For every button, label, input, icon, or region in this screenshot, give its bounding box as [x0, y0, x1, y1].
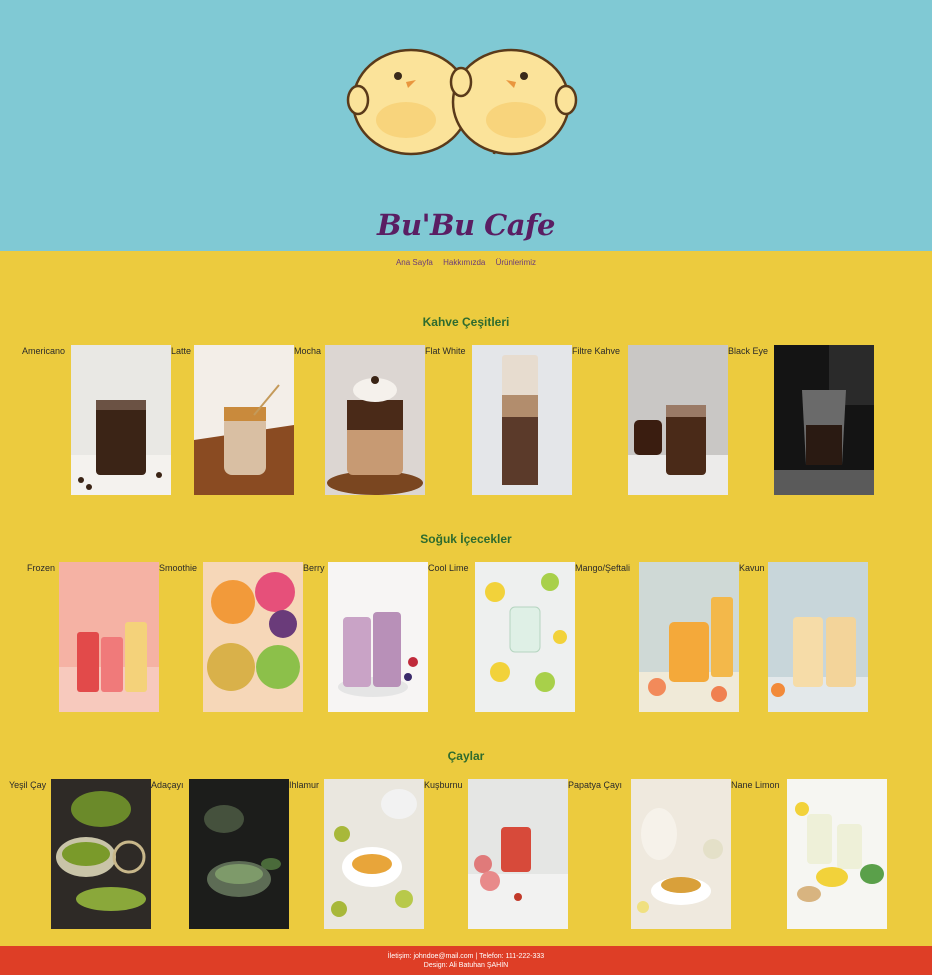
product-image-americano [71, 345, 171, 495]
product-label: Mocha [294, 346, 322, 356]
product-label: Filtre Kahve [572, 346, 621, 356]
footer-design-credit: Design: Ali Batuhan ŞAHİN [423, 962, 509, 969]
product-image-yesil-cay [51, 779, 151, 929]
chicks-logo-icon [346, 48, 578, 156]
product-label: Papatya Çayı [568, 780, 623, 790]
product-label: Black Eye [728, 346, 769, 356]
product-image-latte [194, 345, 294, 495]
product-label: Frozen [27, 563, 56, 573]
nav-home-link[interactable]: Ana Sayfa [396, 258, 433, 267]
product-image-mocha [325, 345, 425, 495]
main-nav: Ana Sayfa Hakkımızda Ürünlerimiz [0, 258, 932, 267]
product-label: Yeşil Çay [9, 780, 47, 790]
product-label: Cool Lime [428, 563, 469, 573]
product-label: Smoothie [159, 563, 198, 573]
brand-title: Bu'Bu Cafe [377, 208, 555, 242]
product-label: Kuşburnu [424, 780, 463, 790]
product-image-black-eye [774, 345, 874, 495]
product-image-frozen [59, 562, 159, 712]
product-label: Berry [303, 563, 325, 573]
nav-products-link[interactable]: Ürünlerimiz [496, 258, 536, 267]
product-image-mango-seftali [639, 562, 739, 712]
product-label: Flat White [425, 346, 466, 356]
product-image-kusburnu [468, 779, 568, 929]
product-image-filtre-kahve [628, 345, 728, 495]
product-label: Mango/Şeftali [575, 563, 631, 573]
nav-about-link[interactable]: Hakkımızda [443, 258, 485, 267]
product-image-flat-white [472, 345, 572, 495]
product-image-nane-limon [787, 779, 887, 929]
header: Bu'Bu Cafe [0, 0, 932, 251]
section-title-coffee: Kahve Çeşitleri [422, 315, 510, 329]
product-image-papatya-cayi [631, 779, 731, 929]
footer-contact: İletişim: johndoe@mail.com | Telefon: 11… [387, 953, 545, 960]
footer: İletişim: johndoe@mail.com | Telefon: 11… [0, 946, 932, 975]
product-label: Latte [171, 346, 192, 356]
section-title-cold-drinks: Soğuk İçecekler [420, 532, 512, 546]
product-image-cool-lime [475, 562, 575, 712]
product-label: Adaçayı [151, 780, 184, 790]
product-label: Nane Limon [731, 780, 780, 790]
product-label: Ihlamur [289, 780, 320, 790]
product-image-ihlamur [324, 779, 424, 929]
product-image-adacayi [189, 779, 289, 929]
product-label: Kavun [739, 563, 765, 573]
product-image-berry [328, 562, 428, 712]
product-image-kavun [768, 562, 868, 712]
product-image-smoothie [203, 562, 303, 712]
section-title-teas: Çaylar [447, 749, 485, 763]
product-label: Americano [22, 346, 66, 356]
